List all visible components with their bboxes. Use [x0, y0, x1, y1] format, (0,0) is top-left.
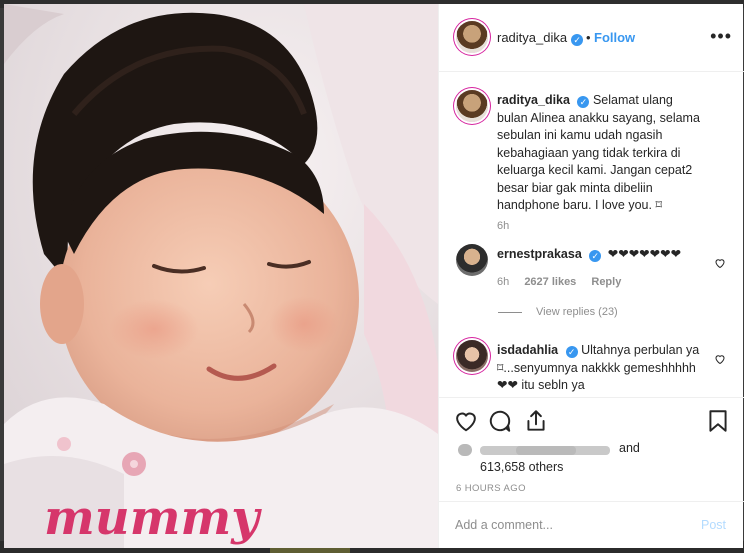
like-comment-heart-icon[interactable] — [714, 257, 726, 269]
view-replies-label[interactable]: View replies (23) — [536, 306, 618, 318]
header-username-text[interactable]: raditya_dika — [497, 30, 567, 45]
baby-photo-illustration: mummy — [4, 4, 438, 548]
view-replies-line — [498, 311, 522, 313]
caption-text: Selamat ulang bulan Alinea anakku sayang… — [497, 93, 700, 212]
comment-avatar[interactable] — [456, 244, 488, 276]
comment-avatar[interactable] — [456, 340, 488, 372]
post-side-panel: raditya_dika ✓ • Follow ••• raditya_dika … — [438, 4, 744, 548]
onesie-print: mummy — [44, 490, 262, 546]
caption-meta: 6h — [497, 220, 521, 232]
verified-badge-icon: ✓ — [565, 346, 578, 358]
post-comment-button[interactable]: Post — [701, 518, 726, 532]
blurred-likers — [458, 444, 610, 456]
more-options-icon[interactable]: ••• — [710, 26, 732, 47]
post-photo[interactable]: mummy — [4, 4, 438, 548]
comment-icon[interactable] — [487, 408, 513, 434]
avatar[interactable] — [456, 21, 488, 53]
verified-badge-icon: ✓ — [571, 34, 584, 46]
comment-username[interactable]: isdadahlia — [497, 343, 558, 357]
header-separator: • — [586, 30, 591, 45]
comment-likes[interactable]: 2627 likes — [524, 276, 576, 288]
header-username[interactable]: raditya_dika ✓ — [497, 30, 584, 46]
comment-time[interactable]: 6h — [497, 276, 509, 288]
add-comment-bar: Post — [439, 501, 744, 548]
reply-button[interactable]: Reply — [591, 276, 621, 288]
follow-button[interactable]: Follow — [594, 30, 635, 45]
caption-username[interactable]: raditya_dika — [497, 93, 570, 107]
heart-icon[interactable] — [453, 408, 479, 434]
post-header: raditya_dika ✓ • Follow ••• — [439, 4, 744, 72]
comment-text: ❤❤❤❤❤❤❤ — [607, 247, 682, 261]
bookmark-icon[interactable] — [705, 408, 731, 434]
caption-body: raditya_dika ✓ Selamat ulang bulan Aline… — [497, 92, 702, 215]
caption-avatar[interactable] — [456, 90, 488, 122]
comment-body: isdadahlia ✓ Ultahnya perbulan ya ⌑...se… — [497, 342, 702, 395]
likes-others-link[interactable]: 613,658 others — [480, 460, 563, 474]
view-replies-button[interactable]: View replies (23) — [498, 306, 618, 318]
post-timestamp[interactable]: 6 HOURS AGO — [456, 483, 526, 494]
share-icon[interactable] — [523, 408, 549, 434]
verified-badge-icon: ✓ — [577, 96, 590, 108]
comments-list[interactable]: raditya_dika ✓ Selamat ulang bulan Aline… — [439, 73, 744, 397]
comment-meta: 6h 2627 likes Reply — [497, 276, 633, 288]
comment-body: ernestprakasa ✓ ❤❤❤❤❤❤❤ — [497, 246, 702, 264]
post-actions: and 613,658 others 6 HOURS AGO — [439, 397, 744, 509]
add-comment-input[interactable] — [455, 516, 685, 534]
likes-and: and — [619, 441, 640, 455]
caption-time[interactable]: 6h — [497, 220, 509, 232]
comment-username[interactable]: ernestprakasa — [497, 247, 582, 261]
verified-badge-icon: ✓ — [589, 250, 602, 262]
like-comment-heart-icon[interactable] — [714, 353, 726, 365]
